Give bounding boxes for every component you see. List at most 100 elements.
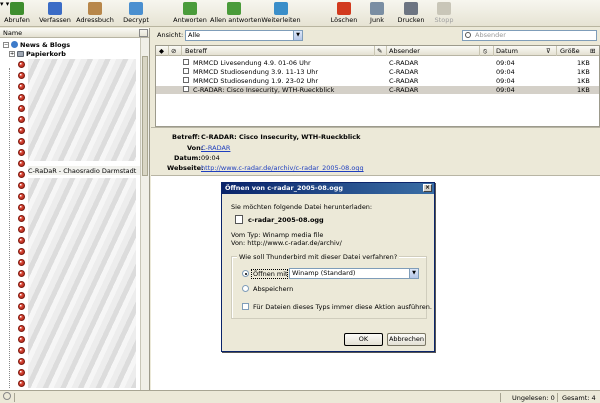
read-column-icon[interactable]: ✎ (377, 47, 382, 55)
cancel-button[interactable]: Abbrechen (387, 333, 426, 346)
date-label: Datum: (174, 154, 201, 162)
website-link[interactable]: http://www.c-radar.de/archiv/c-radar_200… (201, 164, 364, 172)
message-header-pane: Betreff: C-RADAR: Cisco Insecurity, WTH-… (151, 130, 600, 175)
get-mail-icon (10, 2, 24, 15)
forward-button[interactable]: Weiterleiten (261, 0, 301, 27)
junk-status-column-icon[interactable]: ⦸ (483, 47, 487, 56)
size-column-header[interactable]: Größe (560, 47, 580, 55)
decrypt-button[interactable]: Decrypt (122, 0, 150, 27)
column-picker-icon[interactable] (139, 28, 148, 37)
trash-folder-icon (17, 50, 24, 57)
rss-feed-icon (18, 149, 25, 156)
folder-scrollbar[interactable] (140, 38, 149, 390)
collapse-icon[interactable]: − (3, 41, 9, 48)
obscured-feed-names (28, 178, 136, 388)
print-icon (404, 2, 418, 15)
folder-news-blogs[interactable]: − News & Blogs (3, 40, 70, 49)
message-row[interactable]: MRMCD Livesendung 4.9. 01-06 Uhr C-RADAR… (156, 59, 599, 67)
address-book-icon (88, 2, 102, 15)
rss-feed-icon (18, 325, 25, 332)
unread-count: Ungelesen: 0 (512, 394, 555, 402)
rss-feed-icon (18, 94, 25, 101)
stop-icon (437, 2, 451, 15)
message-icon (183, 68, 189, 74)
folder-trash[interactable]: + Papierkorb (9, 49, 66, 58)
reply-all-icon (227, 2, 241, 15)
rss-feed-icon (18, 270, 25, 277)
chevron-down-icon[interactable]: ▼ (409, 269, 418, 278)
save-label[interactable]: Abspeichern (253, 285, 293, 293)
dialog-title-bar[interactable]: Öffnen von c-radar_2005-08.ogg × (222, 183, 434, 194)
compose-button[interactable]: Verfassen (37, 0, 73, 27)
subject-column-header[interactable]: Betreff (185, 47, 207, 55)
file-type: Vom Typ: Winamp media file (231, 231, 324, 239)
reply-all-button[interactable]: Allen antworten (210, 0, 262, 27)
save-radio[interactable] (242, 285, 249, 292)
forward-icon (274, 2, 288, 15)
scrollbar-thumb[interactable] (142, 56, 148, 176)
from-link[interactable]: C-RADAR (201, 144, 230, 152)
rss-feed-icon (18, 259, 25, 266)
expand-icon[interactable]: + (9, 50, 15, 57)
rss-feed-icon (18, 83, 25, 90)
rss-feed-icon (18, 204, 25, 211)
message-icon (183, 86, 189, 92)
view-bar: Ansicht: Alle ▼ Absender (151, 28, 600, 43)
folder-pane-header: Name (0, 28, 149, 38)
always-checkbox[interactable] (242, 303, 249, 310)
rss-feed-icon (18, 160, 25, 167)
ok-button[interactable]: OK (344, 333, 383, 346)
main-toolbar: Abrufen ▾ Verfassen ▾ Adressbuch Decrypt… (0, 0, 600, 27)
online-status-icon[interactable] (3, 392, 11, 400)
message-list: ◆ ⊘ Betreff ✎ Absender ⦸ Datum ⊽ Größe ⊞… (155, 45, 600, 127)
always-label[interactable]: Für Dateien dieses Typs immer diese Akti… (253, 303, 432, 311)
open-with-label[interactable]: Öffnen mit (253, 270, 288, 278)
column-picker-icon[interactable]: ⊞ (590, 47, 595, 55)
search-input[interactable]: Absender (462, 30, 597, 41)
view-select[interactable]: Alle ▼ (185, 30, 303, 41)
date-column-header[interactable]: Datum (496, 47, 518, 55)
stop-button[interactable]: Stopp (432, 0, 456, 27)
view-label: Ansicht: (157, 31, 184, 39)
attachment-column-icon[interactable]: ⊘ (171, 47, 176, 55)
action-question: Wie soll Thunderbird mit dieser Datei ve… (237, 253, 400, 261)
file-icon (235, 215, 243, 224)
junk-button[interactable]: Junk (366, 0, 388, 27)
tree-lines (9, 68, 10, 388)
open-with-radio[interactable] (242, 270, 249, 277)
rss-feed-icon (18, 303, 25, 310)
rss-feed-icon (18, 105, 25, 112)
rss-feed-icon (18, 193, 25, 200)
message-list-header: ◆ ⊘ Betreff ✎ Absender ⦸ Datum ⊽ Größe ⊞ (156, 46, 599, 56)
delete-button[interactable]: Löschen (330, 0, 358, 27)
rss-feed-icon (18, 116, 25, 123)
folder-feed-c-radar[interactable]: C-RaDaR - Chaosradio Darmstadt (28, 166, 140, 175)
rss-feed-icon (18, 336, 25, 343)
file-name: c-radar_2005-08.ogg (248, 216, 324, 224)
get-mail-button[interactable]: Abrufen (2, 0, 32, 27)
rss-feed-icon (18, 380, 25, 387)
message-row[interactable]: MRMCD Studiosendung 1.9. 23-02 Uhr C-RAD… (156, 77, 599, 85)
subject-label: Betreff: (172, 133, 200, 141)
message-row[interactable]: MRMCD Studiosendung 3.9. 11-13 Uhr C-RAD… (156, 68, 599, 76)
date-value: 09:04 (201, 154, 220, 162)
reply-button[interactable]: Antworten (172, 0, 208, 27)
total-count: Gesamt: 4 (562, 394, 596, 402)
application-select[interactable]: Winamp (Standard) ▼ (289, 268, 419, 279)
thread-column-icon[interactable]: ◆ (159, 47, 164, 55)
reply-icon (183, 2, 197, 15)
compose-icon (48, 2, 62, 15)
print-button[interactable]: Drucken (396, 0, 426, 27)
globe-icon (11, 41, 18, 48)
rss-feed-icon (18, 358, 25, 365)
obscured-feed-names (28, 59, 136, 161)
sender-column-header[interactable]: Absender (389, 47, 420, 55)
address-book-button[interactable]: Adressbuch (75, 0, 115, 27)
message-row-selected[interactable]: C-RADAR: Cisco Insecurity, WTH-Rueckblic… (156, 86, 599, 94)
download-intro: Sie möchten folgende Datei herunterladen… (231, 203, 373, 211)
close-button[interactable]: × (423, 184, 432, 192)
message-icon (183, 59, 189, 65)
rss-feed-icon (18, 237, 25, 244)
chevron-down-icon[interactable]: ▼ (293, 31, 302, 40)
action-group: Wie soll Thunderbird mit dieser Datei ve… (231, 253, 432, 319)
